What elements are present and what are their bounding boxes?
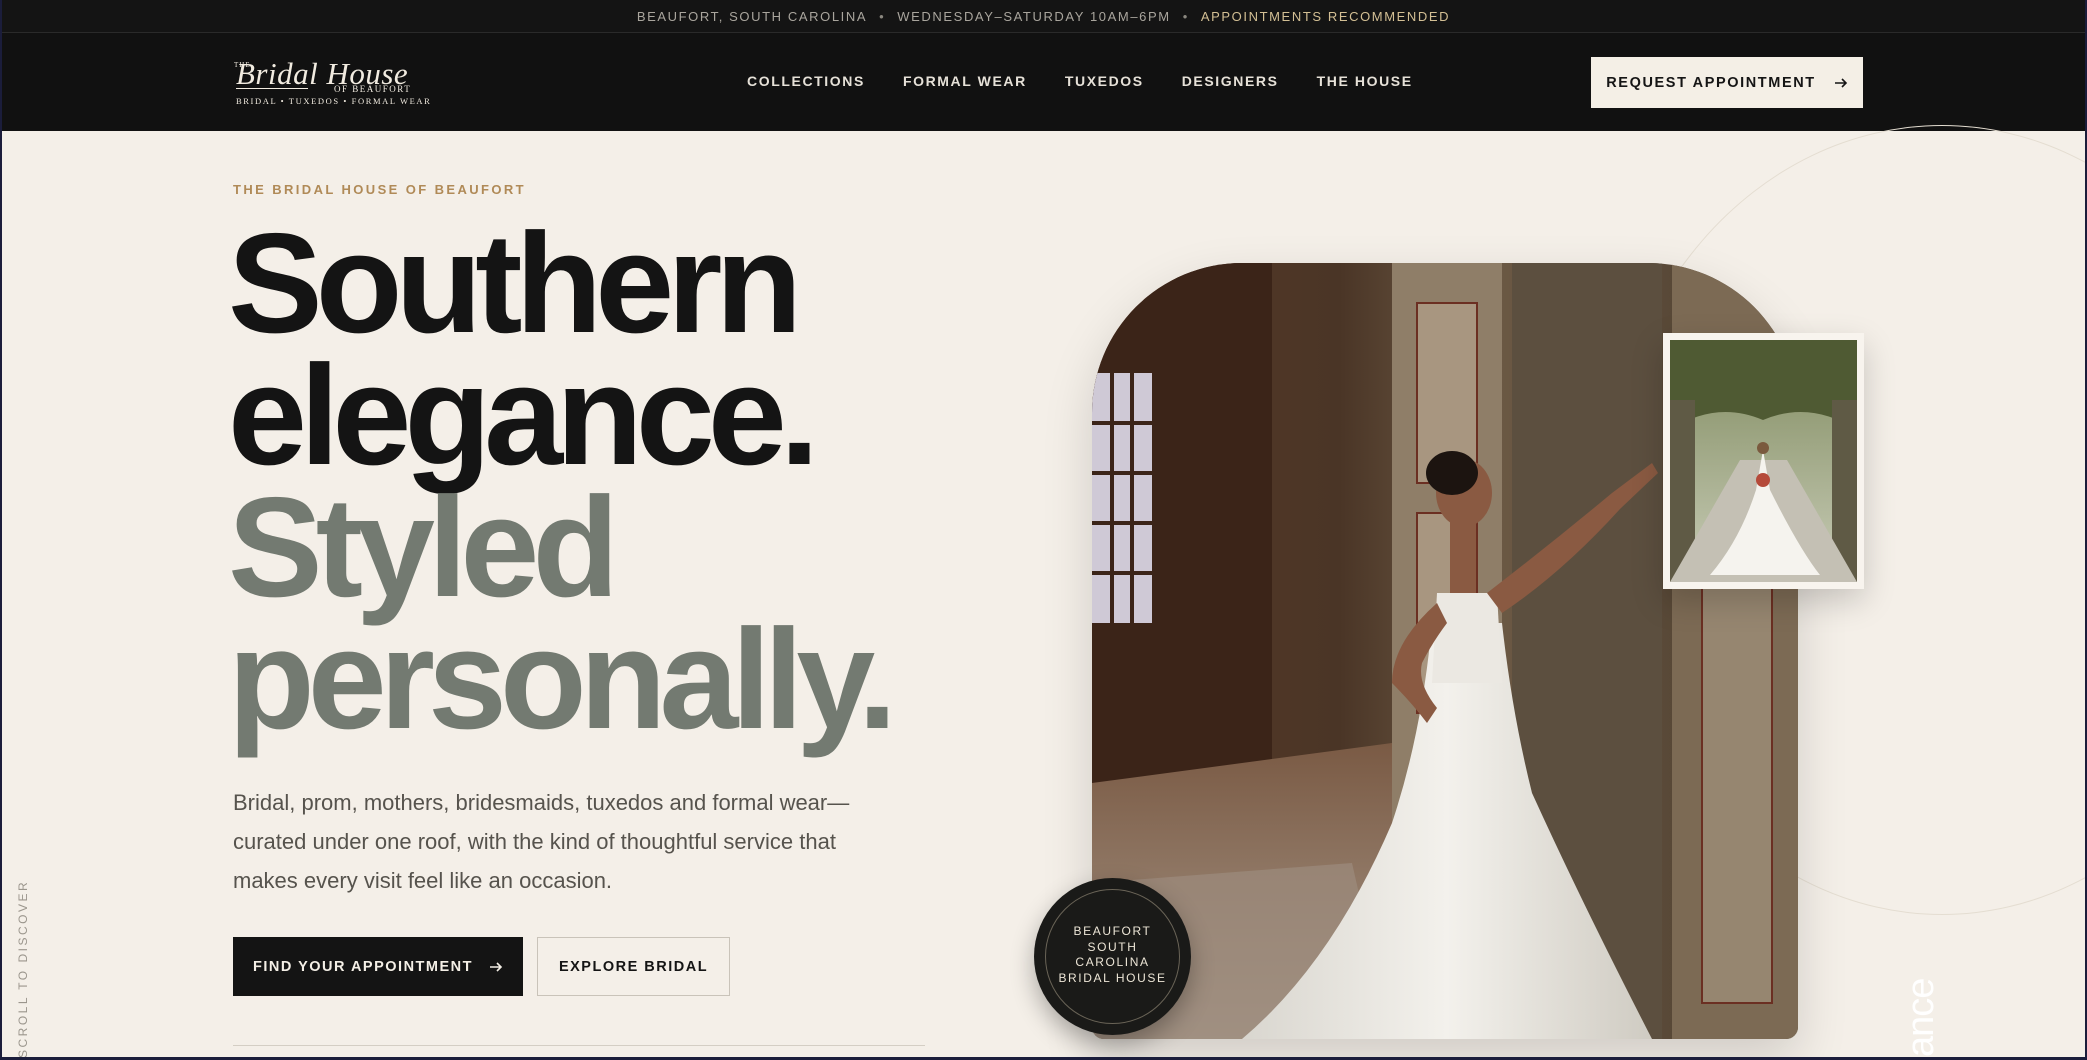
location-text: BEAUFORT, SOUTH CAROLINA bbox=[636, 8, 868, 24]
badge-line-4: BRIDAL HOUSE bbox=[1058, 970, 1167, 985]
hero-headline: Southern elegance. Styled personally. bbox=[228, 204, 897, 759]
nav-formal-wear[interactable]: FORMAL WEAR bbox=[903, 73, 1027, 89]
brand-logo[interactable]: THE Bridal House OF BEAUFORT BRIDAL • TU… bbox=[234, 56, 430, 108]
bride-on-oak-road-image bbox=[1670, 340, 1857, 582]
headline-line-3: Styled bbox=[228, 468, 619, 627]
arrow-right-icon bbox=[1834, 77, 1847, 88]
site-header: THE Bridal House OF BEAUFORT BRIDAL • TU… bbox=[2, 33, 2085, 131]
nav-designers[interactable]: DESIGNERS bbox=[1182, 73, 1279, 89]
location-badge: BEAUFORT SOUTH CAROLINA BRIDAL HOUSE bbox=[1034, 878, 1191, 1035]
hours-text: WEDNESDAY–SATURDAY 10AM–6PM bbox=[897, 8, 1171, 24]
appointment-note: APPOINTMENTS RECOMMENDED bbox=[1200, 8, 1451, 24]
find-appointment-label: FIND YOUR APPOINTMENT bbox=[252, 958, 473, 975]
explore-bridal-button[interactable]: EXPLORE BRIDAL bbox=[537, 937, 730, 996]
hero-divider bbox=[233, 1045, 925, 1046]
announcement-bar: BEAUFORT, SOUTH CAROLINA • WEDNESDAY–SAT… bbox=[2, 0, 2085, 33]
main-nav: COLLECTIONS FORMAL WEAR TUXEDOS DESIGNER… bbox=[747, 73, 1413, 89]
badge-line-2: SOUTH bbox=[1087, 939, 1138, 954]
nav-tuxedos[interactable]: TUXEDOS bbox=[1065, 73, 1144, 89]
hero-eyebrow: THE BRIDAL HOUSE OF BEAUFORT bbox=[233, 182, 527, 197]
logo-subtitle: BRIDAL • TUXEDOS • FORMAL WEAR bbox=[236, 96, 432, 106]
hero-description: Bridal, prom, mothers, bridesmaids, tuxe… bbox=[233, 790, 850, 893]
badge-line-1: BEAUFORT bbox=[1073, 924, 1152, 938]
request-appointment-button[interactable]: REQUEST APPOINTMENT bbox=[1591, 57, 1863, 108]
request-appointment-label: REQUEST APPOINTMENT bbox=[1606, 74, 1816, 91]
scroll-hint[interactable]: SCROLL TO DISCOVER bbox=[16, 880, 30, 1057]
headline-line-2: elegance. bbox=[228, 336, 819, 495]
vertical-word: ance bbox=[1900, 978, 1942, 1057]
nav-the-house[interactable]: THE HOUSE bbox=[1317, 73, 1413, 89]
headline-line-4: personally. bbox=[228, 600, 897, 759]
badge-line-3: CAROLINA bbox=[1075, 955, 1150, 969]
logo-rule bbox=[236, 88, 308, 89]
explore-bridal-label: EXPLORE BRIDAL bbox=[558, 958, 709, 975]
headline-line-1: Southern bbox=[228, 204, 802, 363]
hero-thumbnail-photo bbox=[1663, 333, 1864, 589]
arrow-right-icon bbox=[490, 961, 503, 972]
separator-dot: • bbox=[1182, 8, 1189, 24]
page-frame: BEAUFORT, SOUTH CAROLINA • WEDNESDAY–SAT… bbox=[2, 0, 2085, 1057]
logo-of: OF BEAUFORT bbox=[334, 84, 412, 94]
find-appointment-button[interactable]: FIND YOUR APPOINTMENT bbox=[233, 937, 523, 996]
badge-text: BEAUFORT SOUTH CAROLINA BRIDAL HOUSE bbox=[1034, 924, 1191, 986]
nav-collections[interactable]: COLLECTIONS bbox=[747, 73, 865, 89]
separator-dot: • bbox=[879, 8, 886, 24]
